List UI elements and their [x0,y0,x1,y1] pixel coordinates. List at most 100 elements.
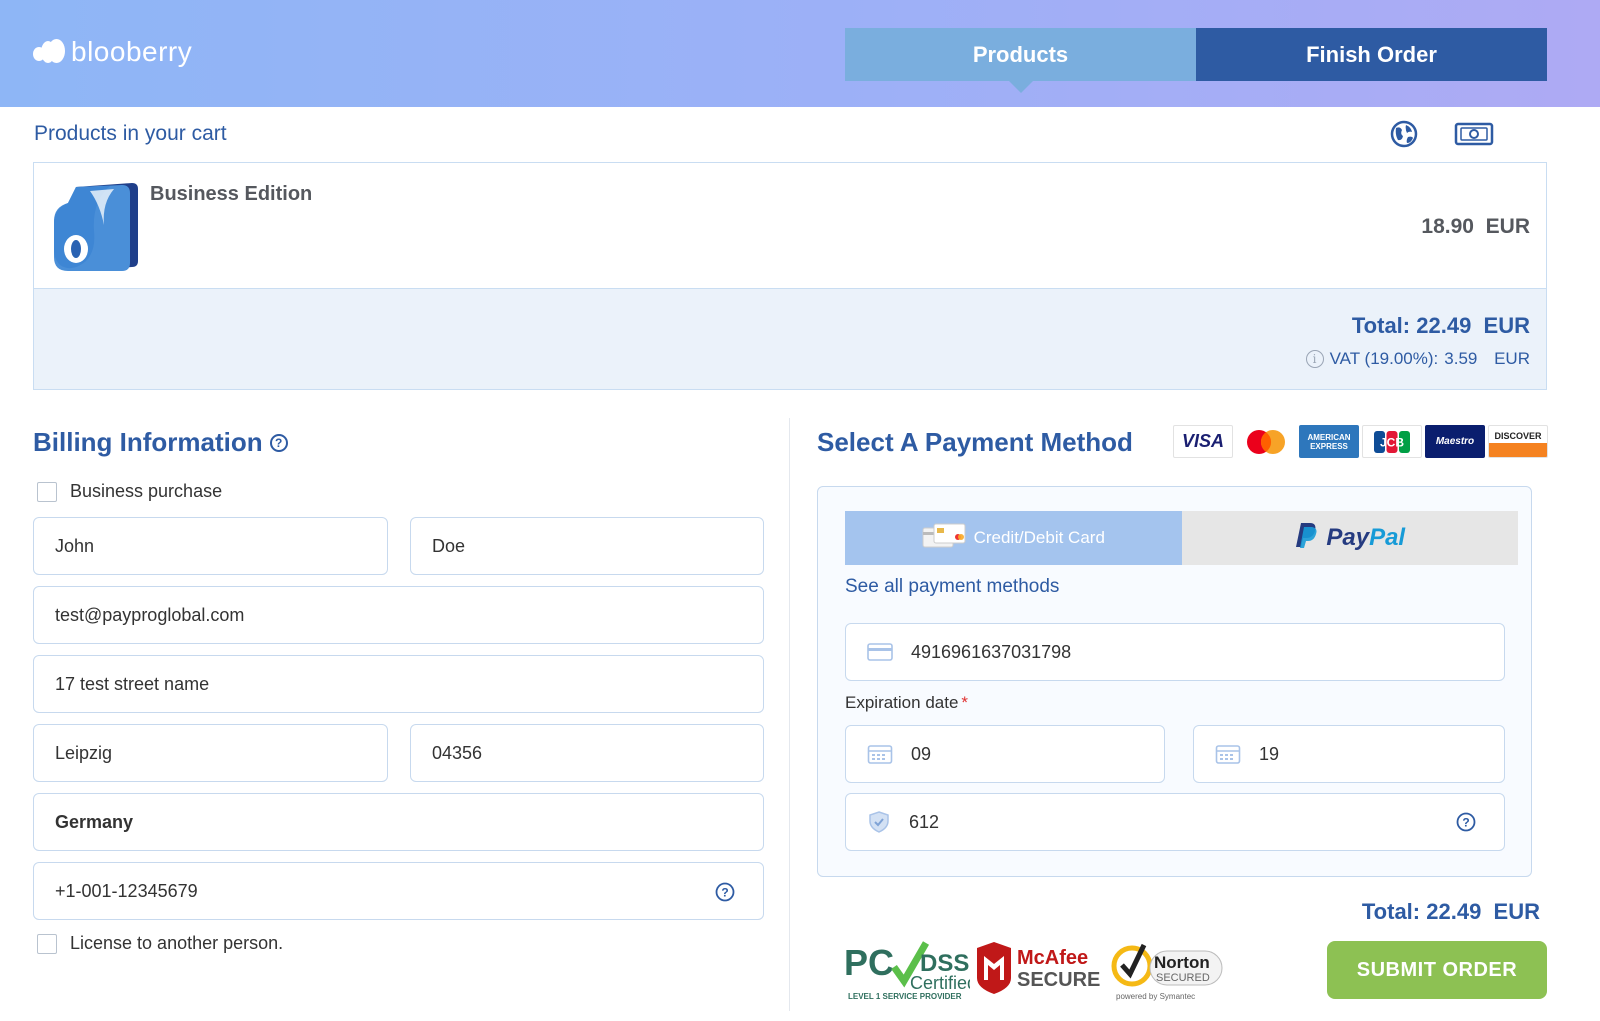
discover-logo-icon: DISCOVER [1488,425,1548,458]
cvv-field[interactable]: ? [845,793,1505,851]
info-icon[interactable]: i [1305,350,1324,368]
norton-bottom-text: SECURED [1156,972,1210,984]
business-purchase-label: Business purchase [70,481,223,501]
last-name-input[interactable] [432,535,763,557]
license-other-checkbox[interactable] [37,933,57,954]
billing-title-text: Billing Information [33,427,263,457]
cart-total-area: Total: 22.49 EUR i VAT (19.00%): 3.59 EU… [34,289,1546,389]
mcafee-top-text: McAfee [1017,947,1088,969]
cart-total-label: Total: [1351,313,1411,338]
globe-icon[interactable] [1390,120,1418,153]
cart-vat: i VAT (19.00%): 3.59 EUR [1305,349,1530,369]
order-total-label: Total: [1361,899,1421,924]
jcb-text: JCB [1380,435,1404,449]
zip-field[interactable] [410,724,764,782]
cart-total-value: 22.49 [1416,313,1472,338]
card-number-icon [867,643,893,661]
mastercard-logo-icon [1236,425,1296,458]
cart-total-currency: EUR [1483,313,1530,338]
first-name-field[interactable] [33,517,388,575]
email-input[interactable] [55,604,763,626]
paypal-icon [1294,521,1318,556]
business-purchase-checkbox[interactable] [37,481,57,502]
pci-certified-text: Certified [910,973,970,993]
product-name: Business Edition [150,183,313,205]
card-number-field[interactable] [845,623,1505,681]
cvv-help-icon[interactable]: ? [1456,812,1476,837]
cart-total: Total: 22.49 EUR [1352,313,1530,339]
header: blooberry Products Finish Order [0,0,1600,107]
order-total-value: 22.49 [1426,899,1482,924]
cart-title: Products in your cart [34,122,227,145]
exp-year-input[interactable] [1259,743,1504,765]
column-divider [789,418,790,1011]
see-all-payment-methods-link[interactable]: See all payment methods [845,576,1059,598]
cart-tools [1390,120,1494,153]
country-select[interactable] [33,793,764,851]
product-price-value: 18.90 [1421,215,1474,238]
expiration-label: Expiration date * [845,693,968,713]
city-field[interactable] [33,724,388,782]
zip-input[interactable] [432,742,763,764]
brand-name: blooberry [71,36,193,67]
shield-icon [867,810,891,834]
last-name-field[interactable] [410,517,764,575]
first-name-input[interactable] [55,535,387,557]
street-input[interactable] [55,673,763,695]
exp-month-field[interactable] [845,725,1165,783]
city-input[interactable] [55,742,387,764]
submit-order-button[interactable]: SUBMIT ORDER [1327,941,1547,999]
business-purchase-row: Business purchase [37,481,222,502]
required-marker: * [961,693,969,712]
exp-year-field[interactable] [1193,725,1505,783]
norton-foot-text: powered by Symantec [1116,992,1195,1001]
exp-month-input[interactable] [911,743,1164,765]
norton-top-text: Norton [1154,953,1210,972]
order-total-currency: EUR [1493,899,1540,924]
country-input[interactable] [55,811,763,833]
paypal-pay-text: Pay [1326,524,1370,551]
paypal-wordmark: PayPal [1326,524,1405,552]
phone-help-icon[interactable]: ? [715,882,735,907]
email-field[interactable] [33,586,764,644]
card-logos: VISA AMERICAN EXPRESS JCB Maestro DISCOV… [1173,425,1548,458]
calendar-icon [867,743,893,765]
product-price-currency: EUR [1485,215,1530,238]
mcafee-seal: McAfee SECURE [975,942,1100,998]
license-other-row: License to another person. [37,933,283,954]
svg-text:?: ? [721,886,728,900]
help-icon[interactable]: ? [269,433,288,452]
expiration-label-text: Expiration date [845,693,959,712]
cart-box: Business Edition 18.90 EUR Total: 22.49 … [33,162,1547,390]
tab-finish-order[interactable]: Finish Order [1196,28,1547,81]
currency-icon[interactable] [1454,121,1494,152]
maestro-logo-icon: Maestro [1425,425,1485,458]
pci-dss-seal: PC DSS Certified LEVEL 1 SERVICE PROVIDE… [842,937,977,1001]
payment-title: Select A Payment Method [817,427,1133,457]
brand-logo[interactable]: blooberry [33,36,192,68]
street-field[interactable] [33,655,764,713]
cvv-input[interactable] [909,811,1504,833]
product-box-icon [50,181,140,273]
svg-text:?: ? [1462,816,1469,830]
tab-credit-debit-card[interactable]: Credit/Debit Card [845,511,1182,565]
jcb-logo-icon: JCB [1362,425,1422,458]
tab-credit-debit-card-label: Credit/Debit Card [973,528,1105,547]
pci-level-text: LEVEL 1 SERVICE PROVIDER [848,992,962,1001]
tab-paypal[interactable]: PayPal [1181,511,1518,565]
visa-logo-icon: VISA [1173,425,1233,458]
norton-seal: Norton SECURED powered by Symantec [1110,937,1226,1001]
step-nav: Products Finish Order [845,28,1547,93]
tab-products[interactable]: Products [845,28,1196,93]
license-other-label: License to another person. [70,933,284,953]
blooberry-logo-icon [33,39,65,65]
mcafee-bottom-text: SECURE [1017,969,1100,991]
cart-item: Business Edition 18.90 EUR [34,163,1546,289]
payment-tabs: Credit/Debit Card PayPal [845,511,1518,565]
amex-logo-icon: AMERICAN EXPRESS [1299,425,1359,458]
billing-title: Billing Information ? [33,427,288,458]
card-number-input[interactable] [911,641,1504,663]
paypal-pal-text: Pal [1369,524,1406,551]
phone-field[interactable]: ? [33,862,764,920]
phone-input[interactable] [55,880,763,902]
